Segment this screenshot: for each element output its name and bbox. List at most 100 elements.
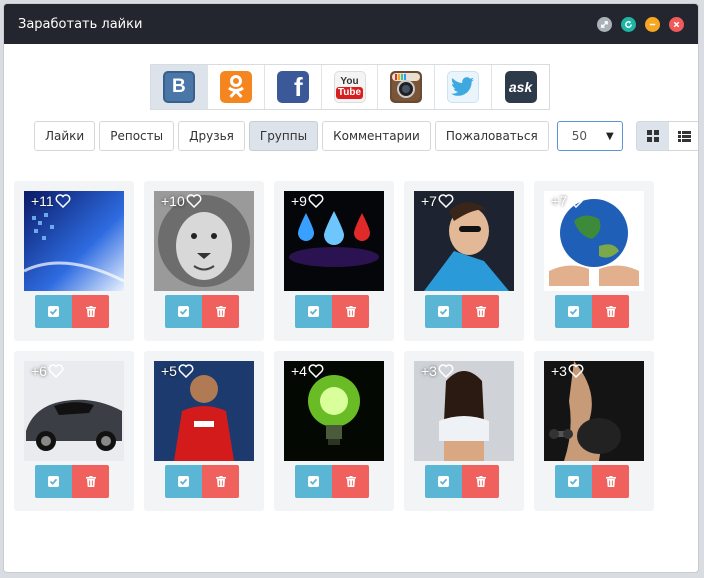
- confirm-button[interactable]: [555, 295, 592, 328]
- tab-friends[interactable]: Друзья: [178, 121, 245, 151]
- group-card: +11: [14, 181, 134, 341]
- like-count: +4: [291, 363, 324, 379]
- heart-icon: [186, 194, 202, 208]
- heart-icon: [438, 194, 454, 208]
- trash-icon: [345, 476, 356, 487]
- heart-icon: [568, 364, 584, 378]
- group-card: +3: [534, 351, 654, 511]
- trash-icon: [475, 306, 486, 317]
- check-icon: [178, 306, 189, 317]
- check-icon: [308, 306, 319, 317]
- confirm-button[interactable]: [35, 465, 72, 498]
- list-view-button[interactable]: [668, 122, 698, 150]
- like-count: +3: [551, 363, 584, 379]
- expand-icon[interactable]: [597, 17, 612, 32]
- group-card: +7: [404, 181, 524, 341]
- tab-reposts[interactable]: Репосты: [99, 121, 175, 151]
- heart-icon: [568, 194, 584, 208]
- network-tab-twitter[interactable]: [435, 65, 493, 109]
- delete-button[interactable]: [202, 295, 239, 328]
- card-actions: [35, 295, 109, 328]
- delete-button[interactable]: [462, 465, 499, 498]
- delete-button[interactable]: [72, 465, 109, 498]
- per-page-select[interactable]: 50 ▼: [556, 121, 623, 151]
- delete-button[interactable]: [72, 295, 109, 328]
- trash-icon: [215, 306, 226, 317]
- card-actions: [165, 465, 239, 498]
- like-count-value: +11: [31, 193, 54, 209]
- window-controls: [597, 17, 684, 32]
- heart-icon: [55, 194, 71, 208]
- confirm-button[interactable]: [425, 295, 462, 328]
- confirm-button[interactable]: [295, 295, 332, 328]
- group-card: +10: [144, 181, 264, 341]
- group-card: +7: [534, 181, 654, 341]
- tab-report[interactable]: Пожаловаться: [434, 121, 549, 151]
- confirm-button[interactable]: [165, 465, 202, 498]
- card-actions: [555, 465, 629, 498]
- network-tab-instagram[interactable]: [378, 65, 436, 109]
- like-count-value: +3: [421, 363, 437, 379]
- like-count-value: +6: [31, 363, 47, 379]
- check-icon: [48, 306, 59, 317]
- check-icon: [438, 476, 449, 487]
- confirm-button[interactable]: [35, 295, 72, 328]
- network-tab-youtube[interactable]: You Tube: [322, 65, 379, 109]
- tab-groups[interactable]: Группы: [248, 121, 319, 151]
- trash-icon: [475, 476, 486, 487]
- network-tab-ok[interactable]: [208, 65, 265, 109]
- vk-icon: B: [162, 71, 195, 103]
- tab-likes[interactable]: Лайки: [34, 121, 96, 151]
- card-actions: [165, 295, 239, 328]
- delete-button[interactable]: [332, 465, 369, 498]
- close-icon[interactable]: [669, 17, 684, 32]
- like-count: +6: [31, 363, 64, 379]
- group-card: +9: [274, 181, 394, 341]
- network-tab-askfm[interactable]: ask: [492, 65, 549, 109]
- grid-icon: [646, 130, 659, 142]
- group-card: +6: [14, 351, 134, 511]
- confirm-button[interactable]: [555, 465, 592, 498]
- app-window: Заработать лайки B f You Tube ask Лайки …: [3, 3, 699, 573]
- like-count-value: +9: [291, 193, 307, 209]
- like-count-value: +10: [161, 193, 185, 209]
- delete-button[interactable]: [592, 295, 629, 328]
- like-count-value: +4: [291, 363, 307, 379]
- like-count: +5: [161, 363, 194, 379]
- minimize-icon[interactable]: [645, 17, 660, 32]
- tab-comments[interactable]: Комментарии: [322, 121, 431, 151]
- like-count-value: +5: [161, 363, 177, 379]
- group-card: +5: [144, 351, 264, 511]
- confirm-button[interactable]: [165, 295, 202, 328]
- confirm-button[interactable]: [295, 465, 332, 498]
- check-icon: [178, 476, 189, 487]
- confirm-button[interactable]: [425, 465, 462, 498]
- like-count: +9: [291, 193, 324, 209]
- delete-button[interactable]: [462, 295, 499, 328]
- window-title: Заработать лайки: [18, 16, 143, 32]
- network-tab-fb[interactable]: f: [265, 65, 322, 109]
- delete-button[interactable]: [202, 465, 239, 498]
- grid-view-button[interactable]: [636, 122, 669, 150]
- facebook-icon: f: [276, 71, 309, 103]
- check-icon: [308, 476, 319, 487]
- trash-icon: [85, 476, 96, 487]
- like-count: +7: [551, 193, 584, 209]
- card-actions: [425, 465, 499, 498]
- trash-icon: [345, 306, 356, 317]
- check-icon: [438, 306, 449, 317]
- like-count: +10: [161, 193, 202, 209]
- trash-icon: [605, 306, 616, 317]
- heart-icon: [48, 364, 64, 378]
- list-icon: [678, 130, 692, 142]
- twitter-icon: [447, 71, 480, 103]
- heart-icon: [178, 364, 194, 378]
- delete-button[interactable]: [332, 295, 369, 328]
- card-actions: [555, 295, 629, 328]
- like-count: +7: [421, 193, 454, 209]
- like-count: +3: [421, 363, 454, 379]
- title-bar: Заработать лайки: [4, 4, 698, 44]
- refresh-icon[interactable]: [621, 17, 636, 32]
- delete-button[interactable]: [592, 465, 629, 498]
- network-tab-vk[interactable]: B: [151, 65, 208, 109]
